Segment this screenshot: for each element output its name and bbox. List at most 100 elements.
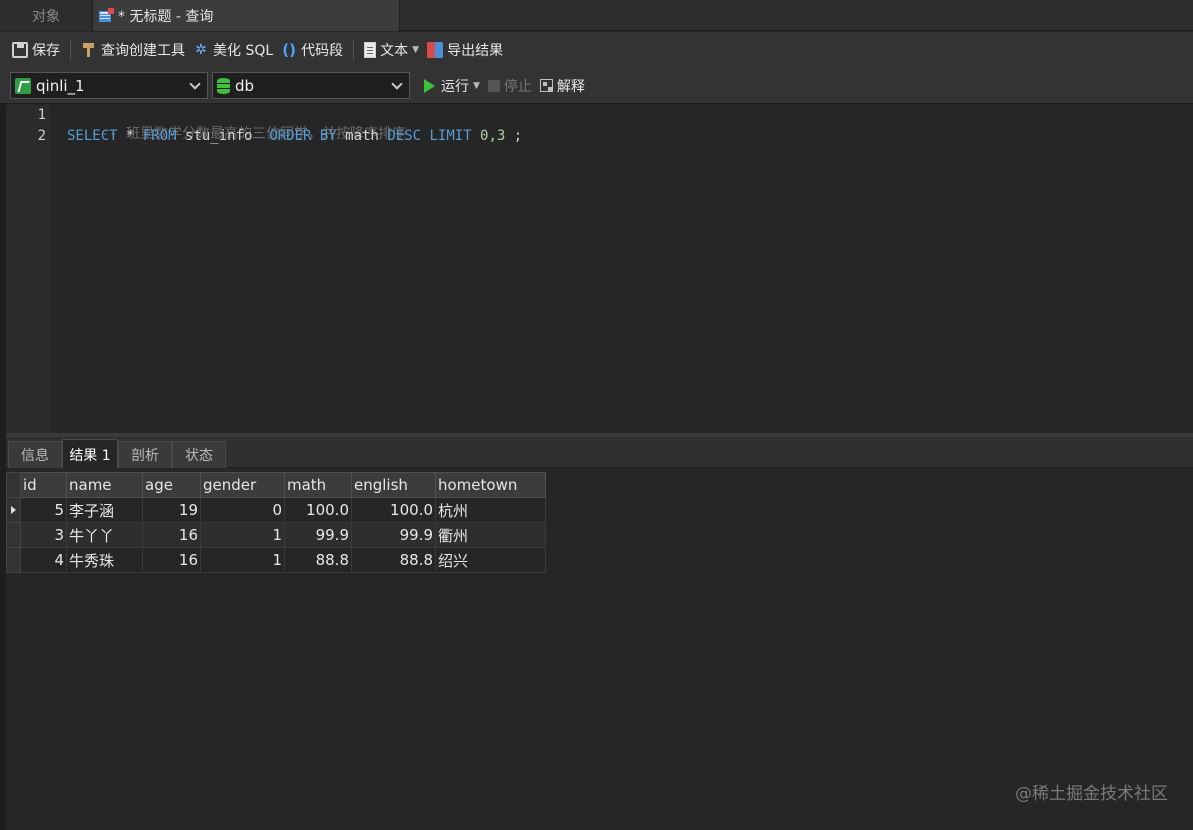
- sql-editor[interactable]: 1 2 -- 班里数学分数最高的三位同学，并按降序排序 SELECT * FRO…: [6, 105, 1193, 433]
- line-number: 1: [37, 107, 46, 123]
- row-header[interactable]: [6, 522, 21, 548]
- tab-profile[interactable]: 剖析: [118, 441, 172, 468]
- table-row[interactable]: 5 李子涵 19 0 100.0 100.0 杭州: [6, 497, 546, 523]
- column-header-age[interactable]: age: [142, 472, 201, 498]
- save-icon: [12, 42, 28, 58]
- tab-query[interactable]: * 无标题 - 查询: [92, 0, 400, 31]
- run-button[interactable]: 运行 ▼: [420, 73, 484, 99]
- row-header[interactable]: [6, 547, 21, 573]
- column-header-id[interactable]: id: [20, 472, 67, 498]
- column-header-name[interactable]: name: [66, 472, 143, 498]
- column-header-english[interactable]: english: [351, 472, 436, 498]
- cell-math[interactable]: 100.0: [284, 497, 352, 523]
- text-mode-button[interactable]: 文本 ▼: [360, 37, 423, 63]
- dropdown-caret-icon[interactable]: ▼: [412, 45, 419, 55]
- row-pointer-icon: [11, 506, 16, 514]
- table-row[interactable]: 3 牛丫丫 16 1 99.9 99.9 衢州: [6, 522, 546, 548]
- column-header-math[interactable]: math: [284, 472, 352, 498]
- cell-gender[interactable]: 1: [200, 547, 285, 573]
- beautify-sql-button[interactable]: ✲ 美化 SQL: [189, 37, 277, 63]
- run-label: 运行: [441, 78, 469, 95]
- sql-keyword: ORDER BY: [269, 128, 337, 144]
- connection-toolbar: qinli_1 db 运行 ▼ 停止 解释: [0, 68, 1193, 104]
- save-label: 保存: [32, 43, 60, 59]
- cell-name[interactable]: 李子涵: [66, 497, 143, 523]
- tab-info[interactable]: 信息: [8, 441, 62, 468]
- code-snippet-label: 代码段: [301, 43, 344, 59]
- document-tab-bar: 对象 * 无标题 - 查询: [0, 0, 1193, 31]
- connection-icon: [15, 77, 31, 94]
- stop-button[interactable]: 停止: [484, 73, 536, 99]
- row-header-selected[interactable]: [6, 497, 21, 523]
- tab-result-1[interactable]: 结果 1: [62, 439, 118, 469]
- toolbar-divider: [70, 40, 71, 60]
- results-table: id name age gender math english hometown…: [6, 472, 546, 573]
- cell-age[interactable]: 19: [142, 497, 201, 523]
- explain-label: 解释: [556, 78, 585, 95]
- query-toolbar: 保存 查询创建工具 ✲ 美化 SQL () 代码段 文本 ▼ 导出结果: [0, 32, 1193, 68]
- sql-keyword: FROM: [142, 128, 177, 144]
- line-number: 2: [37, 128, 46, 144]
- sql-keyword: SELECT: [67, 128, 118, 144]
- cell-math[interactable]: 99.9: [284, 522, 352, 548]
- table-row[interactable]: 4 牛秀珠 16 1 88.8 88.8 绍兴: [6, 547, 546, 573]
- cell-hometown[interactable]: 杭州: [435, 497, 546, 523]
- save-button[interactable]: 保存: [8, 37, 64, 63]
- column-header-gender[interactable]: gender: [200, 472, 285, 498]
- connection-select[interactable]: qinli_1: [10, 72, 208, 99]
- cell-gender[interactable]: 1: [200, 522, 285, 548]
- cell-name[interactable]: 牛秀珠: [66, 547, 143, 573]
- tab-objects[interactable]: 对象: [0, 0, 92, 31]
- chevron-down-icon: [391, 78, 403, 90]
- sql-number: 0,3: [471, 128, 506, 144]
- header-row: id name age gender math english hometown: [6, 472, 546, 498]
- database-value: db: [235, 76, 255, 95]
- export-table-icon: [427, 42, 444, 58]
- cell-english[interactable]: 88.8: [351, 547, 436, 573]
- text-mode-label: 文本: [380, 43, 409, 59]
- tab-query-label: * 无标题 - 查询: [118, 8, 214, 25]
- query-builder-label: 查询创建工具: [101, 43, 185, 59]
- database-select[interactable]: db: [212, 72, 410, 99]
- document-icon: [364, 42, 377, 58]
- cell-age[interactable]: 16: [142, 522, 201, 548]
- query-builder-button[interactable]: 查询创建工具: [77, 37, 189, 63]
- explain-button[interactable]: 解释: [536, 73, 589, 99]
- sql-token: ;: [505, 128, 523, 144]
- tab-objects-label: 对象: [32, 8, 60, 25]
- sql-keyword: LIMIT: [421, 128, 472, 144]
- dropdown-caret-icon[interactable]: ▼: [473, 81, 480, 91]
- tab-status[interactable]: 状态: [172, 441, 226, 468]
- stop-label: 停止: [503, 78, 532, 95]
- export-results-button[interactable]: 导出结果: [423, 37, 507, 63]
- cell-english[interactable]: 100.0: [351, 497, 436, 523]
- cell-name[interactable]: 牛丫丫: [66, 522, 143, 548]
- code-snippet-button[interactable]: () 代码段: [277, 37, 347, 63]
- cell-age[interactable]: 16: [142, 547, 201, 573]
- result-tab-bar: 信息 结果 1 剖析 状态: [6, 437, 1193, 469]
- tab-result-1-label: 结果 1: [69, 447, 111, 464]
- column-header-hometown[interactable]: hometown: [435, 472, 546, 498]
- cell-hometown[interactable]: 绍兴: [435, 547, 546, 573]
- stop-icon: [487, 79, 500, 92]
- cell-id[interactable]: 5: [20, 497, 67, 523]
- export-results-label: 导出结果: [447, 43, 504, 59]
- cell-id[interactable]: 3: [20, 522, 67, 548]
- query-table-icon: [99, 8, 114, 23]
- cell-english[interactable]: 99.9: [351, 522, 436, 548]
- toolbar-divider: [353, 40, 355, 60]
- cell-math[interactable]: 88.8: [284, 547, 352, 573]
- tab-profile-label: 剖析: [131, 448, 159, 464]
- play-icon: [424, 78, 435, 93]
- chevron-down-icon: [189, 78, 201, 90]
- cell-gender[interactable]: 0: [200, 497, 285, 523]
- cell-id[interactable]: 4: [20, 547, 67, 573]
- cell-hometown[interactable]: 衢州: [435, 522, 546, 548]
- corner-cell: [6, 472, 21, 498]
- line-number-gutter: 1 2: [6, 105, 50, 433]
- magic-wand-icon: ✲: [195, 42, 207, 58]
- tab-info-label: 信息: [21, 448, 49, 464]
- beautify-sql-label: 美化 SQL: [213, 43, 274, 59]
- results-grid[interactable]: id name age gender math english hometown…: [6, 472, 546, 573]
- explain-icon: [539, 79, 553, 92]
